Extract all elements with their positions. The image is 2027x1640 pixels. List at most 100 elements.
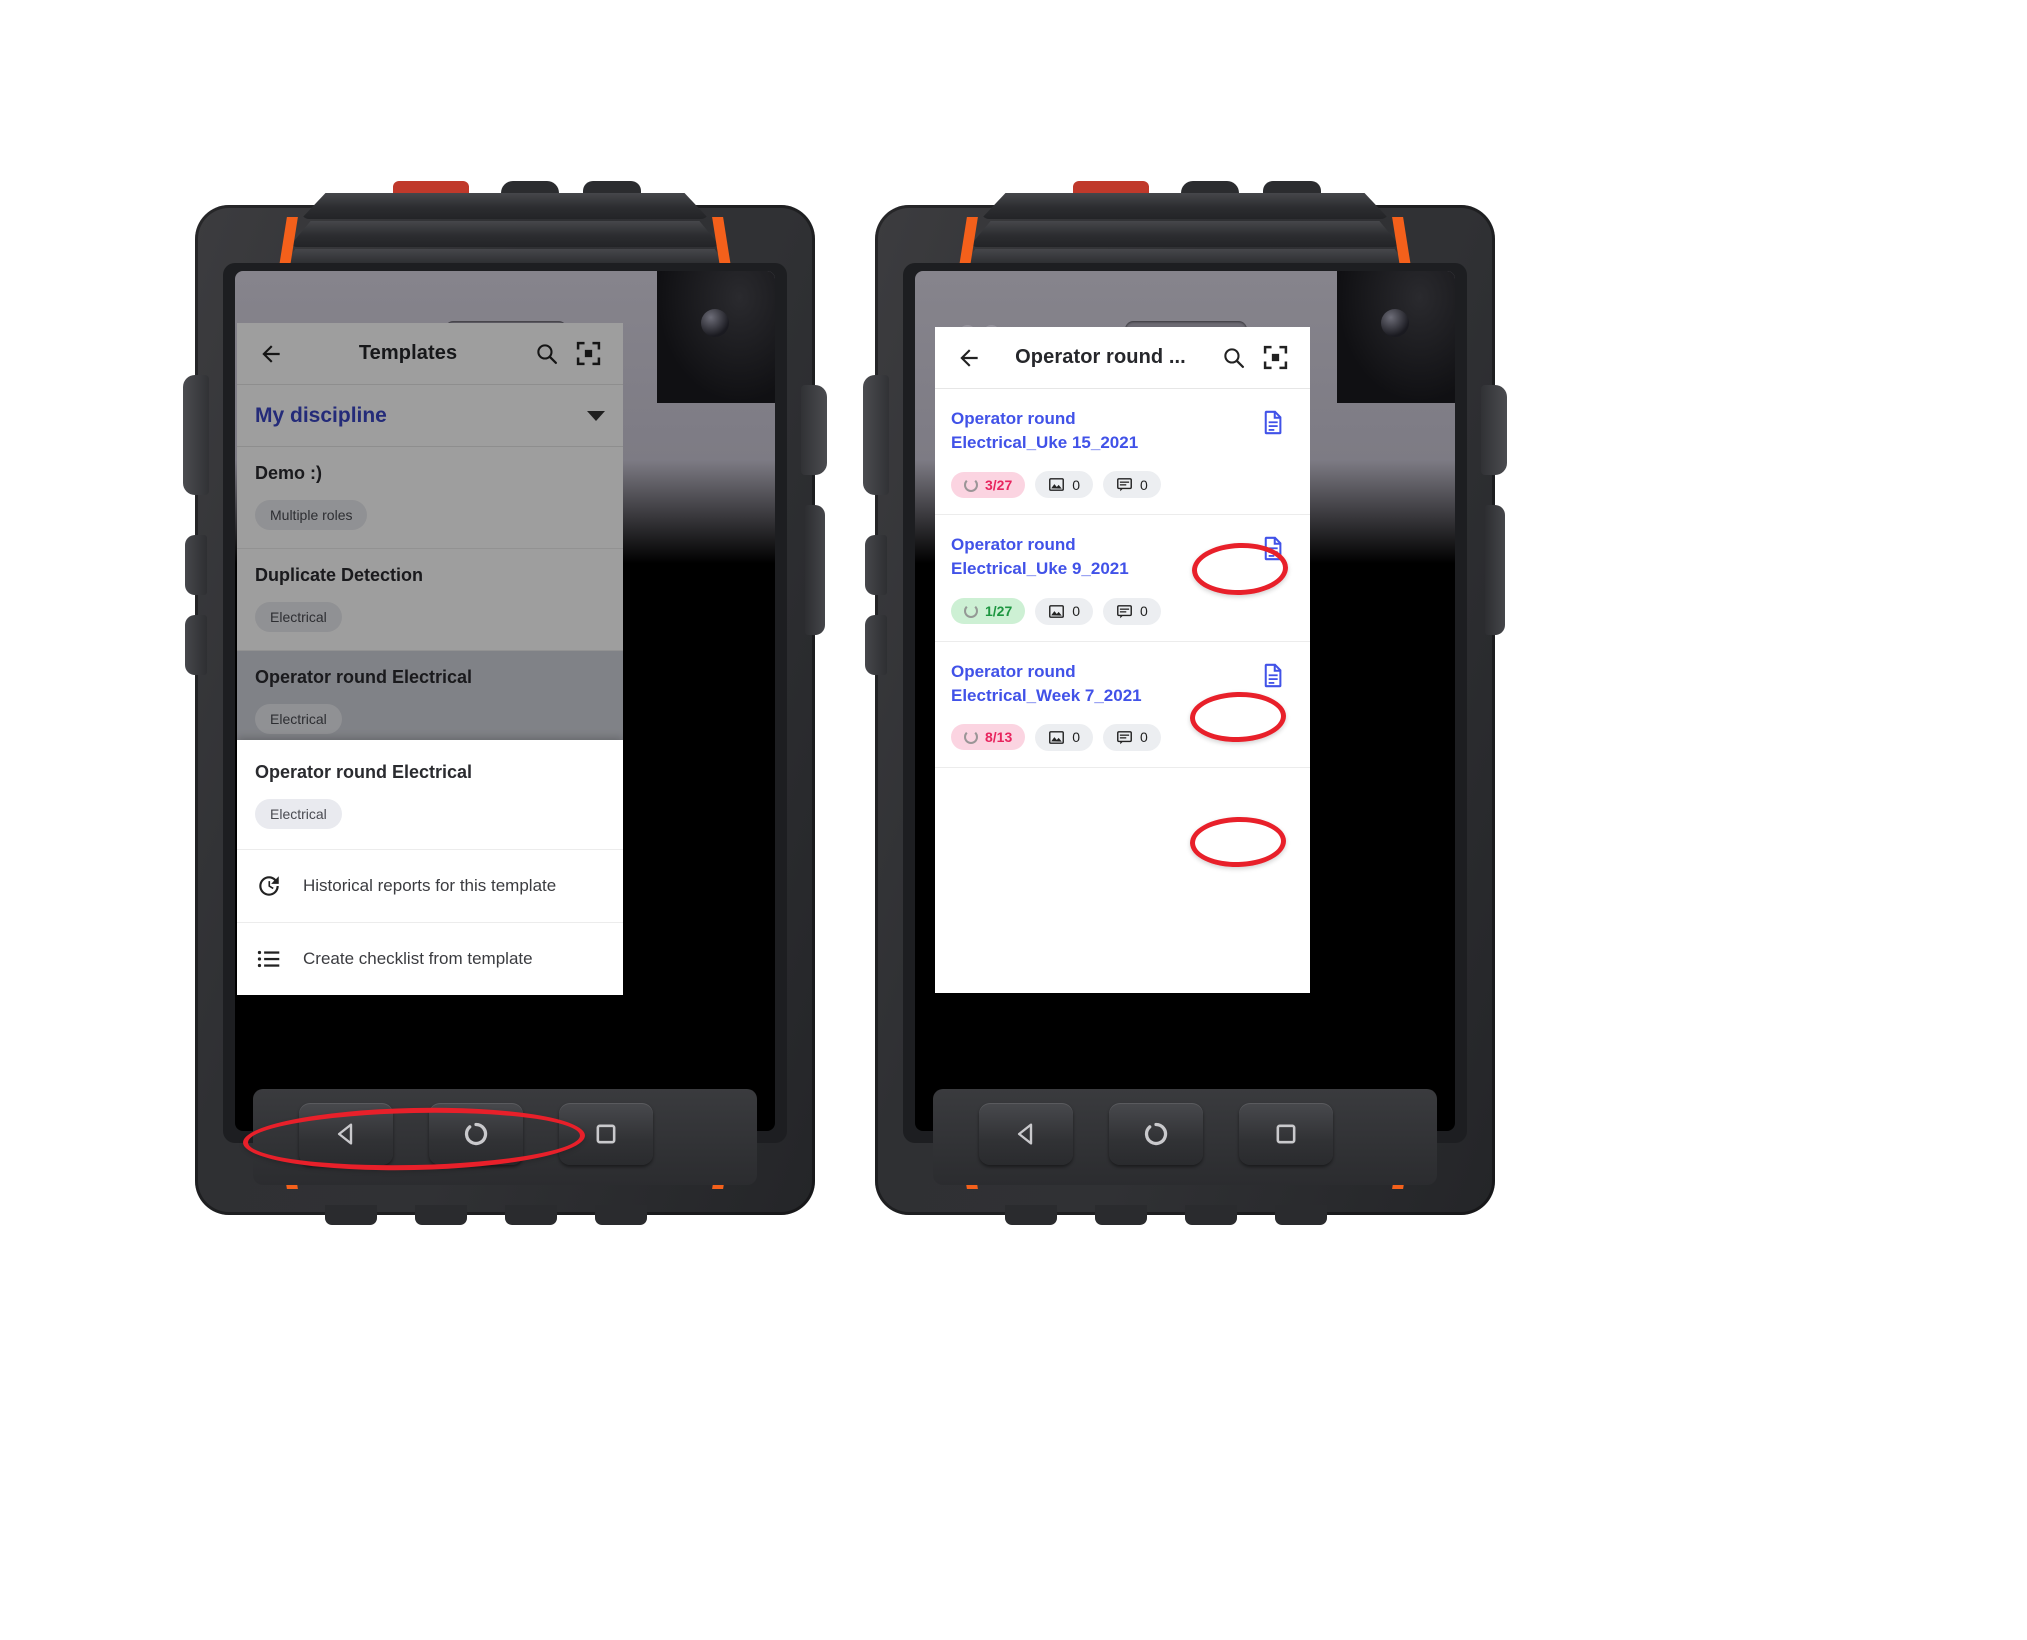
phone-side-grip (801, 385, 827, 475)
report-main: Operator round Electrical_Uke 15_2021 3/… (951, 407, 1250, 499)
sheet-item-label: Historical reports for this template (303, 876, 557, 895)
nav-home-button[interactable] (1109, 1103, 1203, 1165)
front-camera-icon (1381, 309, 1409, 337)
front-camera-icon (701, 309, 729, 337)
template-row[interactable]: Demo :) Multiple roles (237, 447, 623, 549)
photo-count: 0 (1072, 729, 1081, 746)
screenshot-canvas: Templates My discipline Demo:) Multiple… (0, 0, 2027, 1640)
phone-side-grip (865, 535, 887, 595)
sheet-header: Operator round Electrical Electrical (237, 740, 623, 850)
right-phone-device: Operator round ... Operator round Electr… (863, 175, 1507, 1225)
page-title: Templates (358, 342, 458, 364)
image-icon (1049, 478, 1065, 492)
comment-count: 0 (1140, 476, 1148, 493)
comment-icon (1117, 478, 1132, 492)
recents-square-icon (596, 1124, 616, 1144)
report-main: Operator round Electrical_Uke 9_2021 1/2… (951, 533, 1250, 625)
comment-icon (1117, 604, 1132, 618)
screen-glare (657, 271, 775, 403)
scan-button[interactable] (567, 333, 609, 375)
photo-count-badge: 0 (1035, 597, 1094, 625)
nav-recents-button[interactable] (1239, 1103, 1333, 1165)
arrow-left-icon (262, 344, 280, 363)
photo-count: 0 (1072, 603, 1081, 619)
sheet-item-historical-reports[interactable]: Historical reports for this template (237, 850, 623, 923)
progress-value: 3/27 (985, 476, 1013, 493)
image-icon (1049, 730, 1065, 744)
template-row[interactable]: Duplicate Detection Electrical (237, 549, 623, 651)
progress-ring-icon (964, 604, 978, 618)
phone-feet (315, 1203, 695, 1225)
phone-side-grip (1481, 385, 1507, 475)
comment-count-badge: 0 (1103, 597, 1161, 625)
template-discipline-chip: Multiple roles (255, 500, 368, 530)
phone-ridge (301, 193, 709, 219)
scan-icon (576, 341, 600, 366)
nav-recents-button[interactable] (559, 1103, 653, 1165)
discipline-filter-label: My discipline (255, 403, 387, 427)
photo-count: 0 (1072, 476, 1081, 493)
phone-side-grip (805, 505, 825, 635)
template-discipline-chip: Electrical (255, 602, 342, 632)
comment-icon (1117, 730, 1132, 744)
progress-ring-icon (964, 730, 978, 745)
discipline-filter[interactable]: My discipline (237, 385, 623, 447)
sheet-item-label: Create checklist from template (303, 949, 533, 968)
progress-badge: 1/27 (951, 598, 1026, 624)
progress-ring-icon (964, 477, 978, 492)
comment-count: 0 (1140, 729, 1148, 746)
sheet-item-create-checklist[interactable]: Create checklist from template (237, 923, 623, 995)
image-icon (1049, 604, 1065, 618)
scan-button[interactable] (1254, 337, 1296, 379)
app-bar: Operator round ... (935, 327, 1310, 389)
progress-badge: 8/13 (951, 724, 1026, 751)
back-triangle-icon (337, 1123, 353, 1145)
open-report-button[interactable] (1250, 407, 1294, 498)
template-discipline-chip: Electrical (255, 704, 342, 734)
report-row[interactable]: Operator round Electrical_Uke 9_2021 1/2… (935, 515, 1310, 642)
back-button[interactable] (949, 338, 989, 378)
phone-feet (995, 1203, 1375, 1225)
progress-value: 8/13 (985, 729, 1013, 746)
arrow-left-icon (960, 348, 978, 367)
phone-ridge (981, 193, 1389, 219)
phone-ridge (289, 221, 721, 247)
phone-side-grip (185, 615, 207, 675)
search-button[interactable] (1212, 337, 1254, 379)
templates-screen: Templates My discipline Demo:) Multiple… (237, 323, 623, 995)
document-icon (1264, 663, 1281, 687)
document-icon (1264, 410, 1281, 435)
search-icon (1223, 348, 1244, 369)
back-triangle-icon (1017, 1123, 1033, 1145)
report-badges: 8/13 0 0 (951, 723, 1240, 751)
nav-back-button[interactable] (979, 1103, 1073, 1165)
open-report-button[interactable] (1250, 660, 1294, 751)
historical-reports-screen: Operator round ... Operator round Electr… (935, 327, 1310, 993)
phone-side-grip (865, 615, 887, 675)
report-row[interactable]: Operator round Electrical_Week 7_2021 8/… (935, 641, 1310, 768)
report-badges: 3/27 0 0 (951, 471, 1240, 499)
left-app-viewport: Templates My discipline Demo:) Multiple… (237, 323, 623, 995)
scan-icon (1263, 345, 1287, 370)
list-icon (255, 945, 283, 973)
search-icon (536, 344, 557, 365)
photo-count-badge: 0 (1035, 723, 1094, 751)
right-app-viewport: Operator round ... Operator round Electr… (935, 327, 1310, 993)
phone-chin (253, 1089, 757, 1185)
comment-count-badge: 0 (1103, 723, 1161, 751)
template-name: Operator round Electrical (255, 667, 473, 687)
sheet-discipline-chip: Electrical (255, 799, 342, 829)
back-button[interactable] (251, 334, 291, 374)
search-button[interactable] (525, 333, 567, 375)
left-phone-device: Templates My discipline Demo:) Multiple… (183, 175, 827, 1225)
home-circle-icon (464, 1122, 488, 1146)
nav-back-button[interactable] (299, 1103, 393, 1165)
app-bar: Templates (237, 323, 623, 385)
page-title: Operator round ... (1015, 346, 1186, 368)
phone-chin (933, 1089, 1437, 1185)
report-row[interactable]: Operator round Electrical_Uke 15_2021 3/… (935, 389, 1310, 516)
template-row-selected[interactable]: Operator round Electrical Electrical (237, 651, 623, 753)
recents-square-icon (1276, 1124, 1296, 1144)
open-report-button[interactable] (1250, 533, 1294, 624)
nav-home-button[interactable] (429, 1103, 523, 1165)
